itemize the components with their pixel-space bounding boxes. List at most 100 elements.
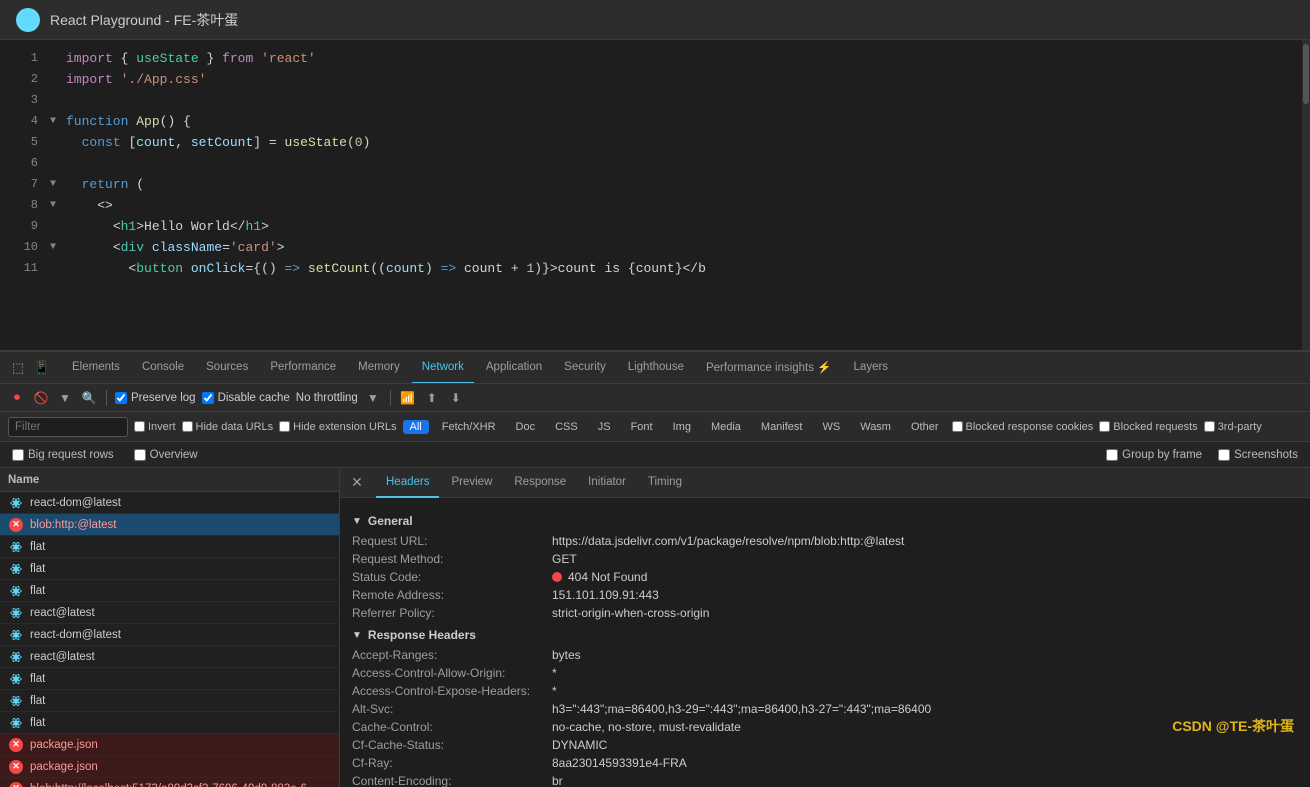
blocked-requests-input[interactable] [1099,421,1110,432]
devtools-panel: ⬚ 📱 Elements Console Sources Performance… [0,350,1310,787]
blocked-cookies-input[interactable] [952,421,963,432]
filter-type-all[interactable]: All [403,420,429,434]
invert-checkbox[interactable]: Invert [134,421,176,433]
code-line-2: 2 import './App.css' [0,69,1310,90]
overview-checkbox[interactable]: Overview [134,449,198,461]
overview-input[interactable] [134,449,146,461]
list-item[interactable]: flat [0,558,339,580]
detail-tab-initiator[interactable]: Initiator [578,468,636,498]
detail-tab-headers[interactable]: Headers [376,468,439,498]
req-name: flat [30,563,331,575]
code-scrollbar[interactable] [1302,40,1310,350]
group-by-frame-checkbox[interactable]: Group by frame [1106,449,1202,461]
options-right: Group by frame Screenshots [1106,449,1298,461]
tab-console[interactable]: Console [132,352,194,384]
upload-icon[interactable]: ⬆ [423,389,441,407]
search-icon[interactable]: 🔍 [80,389,98,407]
filter-type-js[interactable]: JS [591,420,618,434]
general-section-header[interactable]: ▼ General [352,514,1298,528]
response-headers-section-header[interactable]: ▼ Response Headers [352,628,1298,642]
filter-type-font[interactable]: Font [624,420,660,434]
req-icon-react [8,693,24,709]
tab-performance-insights[interactable]: Performance insights ⚡ [696,352,842,384]
list-item-selected[interactable]: ✕ blob:http:@latest [0,514,339,536]
code-line-8: 8 ▼ <> [0,195,1310,216]
hide-extension-urls-checkbox[interactable]: Hide extension URLs [279,421,396,433]
blocked-response-cookies-checkbox[interactable]: Blocked response cookies [952,421,1094,433]
record-button[interactable]: ⏺ [8,389,26,407]
code-line-4: 4 ▼ function App() { [0,111,1310,132]
list-item[interactable]: flat [0,690,339,712]
list-item-error[interactable]: ✕ package.json [0,756,339,778]
device-icon[interactable]: 📱 [32,358,52,378]
req-name: flat [30,717,331,729]
inspect-icon[interactable]: ⬚ [8,358,28,378]
list-item-error[interactable]: ✕ package.json [0,734,339,756]
tab-performance[interactable]: Performance [260,352,346,384]
tab-security[interactable]: Security [554,352,616,384]
throttling-dropdown[interactable]: ▼ [364,389,382,407]
third-party-input[interactable] [1204,421,1215,432]
filter-type-doc[interactable]: Doc [509,420,543,434]
filter-type-other[interactable]: Other [904,420,946,434]
req-icon-react [8,583,24,599]
filter-icon[interactable]: ▼ [56,389,74,407]
filter-type-media[interactable]: Media [704,420,748,434]
list-item[interactable]: flat [0,536,339,558]
disable-cache-input[interactable] [202,392,214,404]
download-icon[interactable]: ⬇ [447,389,465,407]
throttling-select[interactable]: No throttling [296,392,358,404]
req-icon-react [8,715,24,731]
tab-elements[interactable]: Elements [62,352,130,384]
list-item[interactable]: react@latest [0,602,339,624]
list-item[interactable]: react-dom@latest [0,492,339,514]
close-button[interactable]: ✕ [348,474,366,492]
scrollbar-thumb[interactable] [1303,44,1309,104]
tab-application[interactable]: Application [476,352,552,384]
hide-data-urls-input[interactable] [182,421,193,432]
filter-input[interactable] [8,417,128,437]
big-rows-input[interactable] [12,449,24,461]
filter-type-css[interactable]: CSS [548,420,585,434]
list-item[interactable]: flat [0,580,339,602]
preserve-log-input[interactable] [115,392,127,404]
disable-cache-checkbox[interactable]: Disable cache [202,392,290,404]
code-line-11: 11 <button onClick={() => setCount((coun… [0,258,1310,279]
hide-data-urls-checkbox[interactable]: Hide data URLs [182,421,274,433]
tab-layers[interactable]: Layers [844,352,899,384]
list-item[interactable]: flat [0,668,339,690]
big-request-rows-checkbox[interactable]: Big request rows [12,449,114,461]
detail-tab-timing[interactable]: Timing [638,468,692,498]
tab-sources[interactable]: Sources [196,352,258,384]
detail-tab-preview[interactable]: Preview [441,468,502,498]
request-list-items[interactable]: react-dom@latest ✕ blob:http:@latest fla… [0,492,339,787]
third-party-checkbox[interactable]: 3rd-party [1204,421,1262,433]
list-item-error[interactable]: ✕ blob:http://localhost:5173/a89d3cf2-76… [0,778,339,787]
list-item[interactable]: react@latest [0,646,339,668]
clear-button[interactable]: 🚫 [32,389,50,407]
preserve-log-checkbox[interactable]: Preserve log [115,392,196,404]
hide-extension-urls-input[interactable] [279,421,290,432]
detail-tab-response[interactable]: Response [504,468,576,498]
screenshots-checkbox[interactable]: Screenshots [1218,449,1298,461]
filter-type-img[interactable]: Img [666,420,698,434]
screenshots-input[interactable] [1218,449,1230,461]
wifi-icon[interactable]: 📶 [399,389,417,407]
code-line-1: 1 import { useState } from 'react' [0,48,1310,69]
filter-type-ws[interactable]: WS [815,420,847,434]
tab-lighthouse[interactable]: Lighthouse [618,352,694,384]
detail-row-content-encoding: Content-Encoding: br [352,774,1298,787]
req-icon-error: ✕ [8,759,24,775]
filter-type-manifest[interactable]: Manifest [754,420,810,434]
blocked-requests-checkbox[interactable]: Blocked requests [1099,421,1197,433]
invert-input[interactable] [134,421,145,432]
filter-type-fetch-xhr[interactable]: Fetch/XHR [435,420,503,434]
code-line-10: 10 ▼ <div className='card'> [0,237,1310,258]
list-item[interactable]: flat [0,712,339,734]
group-by-frame-input[interactable] [1106,449,1118,461]
tab-memory[interactable]: Memory [348,352,410,384]
filter-bar: Invert Hide data URLs Hide extension URL… [0,412,1310,442]
list-item[interactable]: react-dom@latest [0,624,339,646]
tab-network[interactable]: Network [412,352,474,384]
filter-type-wasm[interactable]: Wasm [853,420,898,434]
